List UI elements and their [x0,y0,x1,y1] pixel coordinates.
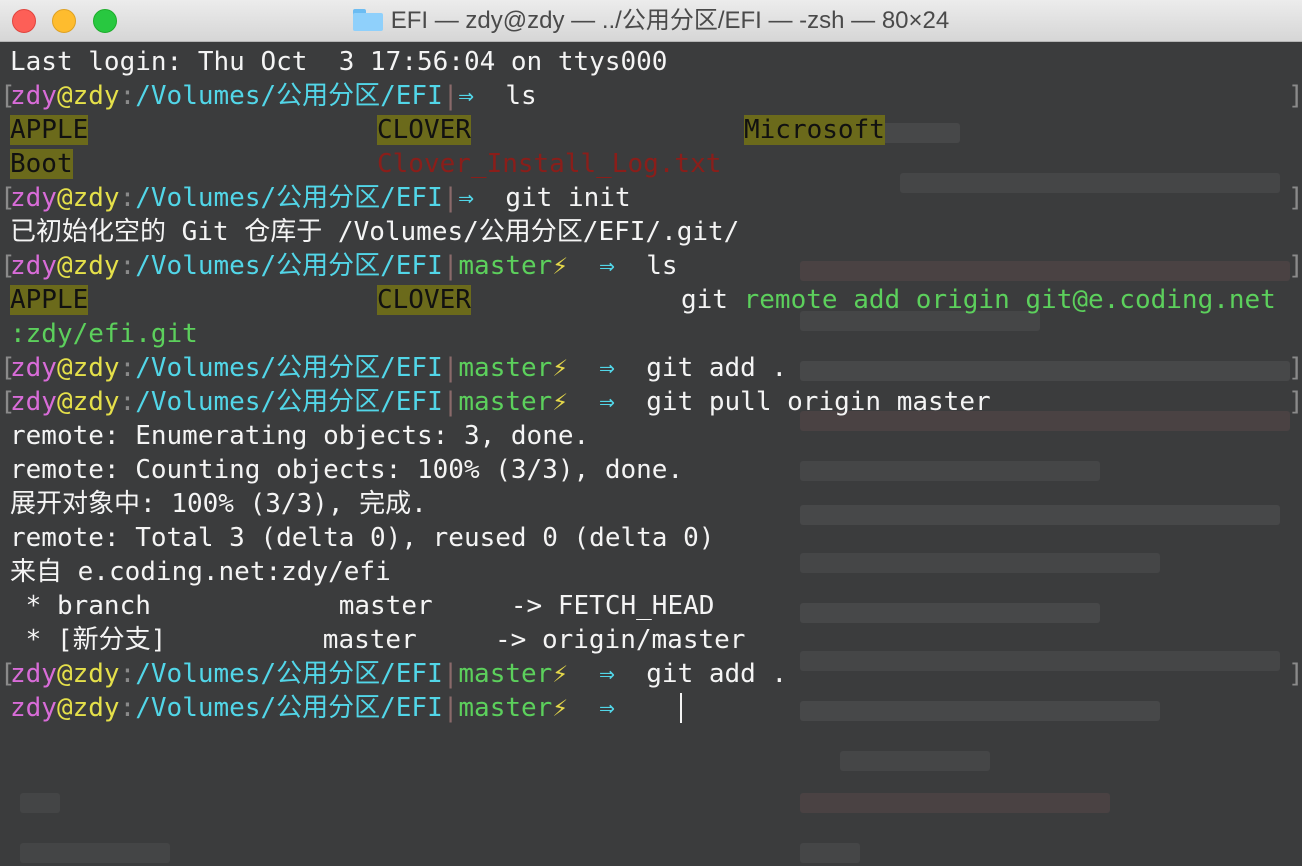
title-bar[interactable]: EFI — zdy@zdy — ../公用分区/EFI — -zsh — 80×… [0,0,1302,42]
prompt-line-3: zdy@zdy:/Volumes/公用分区/EFI|master⚡ ⇒ ls [10,251,678,281]
output-line: remote: Counting objects: 100% (3/3), do… [10,455,684,485]
terminal-content[interactable]: Last login: Thu Oct 3 17:56:04 on ttys00… [0,43,1302,866]
typed-remote-command: git remote add origin git@e.coding.net [681,285,1276,315]
ls-item-clover: CLOVER [377,115,471,145]
prompt-line-2: zdy@zdy:/Volumes/公用分区/EFI|⇒ git init [10,183,631,213]
init-output: 已初始化空的 Git 仓库于 /Volumes/公用分区/EFI/.git/ [10,217,740,247]
terminal-window: EFI — zdy@zdy — ../公用分区/EFI — -zsh — 80×… [0,0,1302,866]
prompt-line-6: zdy@zdy:/Volumes/公用分区/EFI|master⚡ ⇒ git … [10,659,788,689]
ls-item-microsoft: Microsoft [744,115,885,145]
current-prompt[interactable]: zdy@zdy:/Volumes/公用分区/EFI|master⚡ ⇒ [10,691,615,725]
output-line: * branch master -> FETCH_HEAD [10,591,715,621]
window-title: EFI — zdy@zdy — ../公用分区/EFI — -zsh — 80×… [390,7,950,34]
ls2-item-apple: APPLE [10,285,89,315]
window-title-area: EFI — zdy@zdy — ../公用分区/EFI — -zsh — 80×… [0,0,1302,42]
ls-item-clover-log: Clover_Install_Log.txt [377,149,722,179]
output-line: 展开对象中: 100% (3/3), 完成. [10,489,427,519]
prompt-line-5: zdy@zdy:/Volumes/公用分区/EFI|master⚡ ⇒ git … [10,387,991,417]
text-cursor [680,693,682,723]
folder-icon [352,9,383,31]
ls-item-apple: APPLE [10,115,89,145]
last-login-line: Last login: Thu Oct 3 17:56:04 on ttys00… [10,47,668,77]
typed-remote-wrap: :zdy/efi.git [10,319,198,349]
output-line: 来自 e.coding.net:zdy/efi [10,557,391,587]
output-line: * [新分支] master -> origin/master [10,625,746,655]
output-line: remote: Total 3 (delta 0), reused 0 (del… [10,523,715,553]
ls2-item-clover: CLOVER [377,285,471,315]
prompt-line-1: zdy@zdy:/Volumes/公用分区/EFI|⇒ ls [10,81,537,111]
scrollbar[interactable] [1290,43,1302,866]
ls-item-boot: Boot [10,149,73,179]
output-line: remote: Enumerating objects: 3, done. [10,421,590,451]
prompt-line-4: zdy@zdy:/Volumes/公用分区/EFI|master⚡ ⇒ git … [10,353,788,383]
